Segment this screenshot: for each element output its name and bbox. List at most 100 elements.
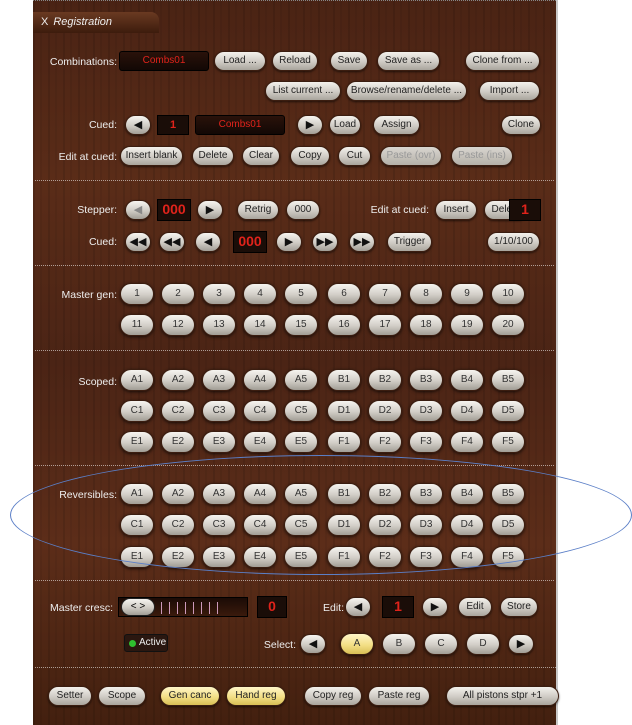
master-gen-piston-20[interactable]: 20: [491, 314, 525, 336]
scoped-piston-c2[interactable]: C2: [161, 400, 195, 422]
master-gen-piston-7[interactable]: 7: [368, 283, 402, 305]
scoped-piston-b2[interactable]: B2: [368, 369, 402, 391]
trigger-button[interactable]: Trigger: [387, 232, 432, 252]
paste-insert-button[interactable]: Paste (ins): [451, 146, 513, 166]
stepper-prev-icon[interactable]: ◀: [125, 200, 151, 220]
select-option-b[interactable]: B: [382, 633, 416, 655]
scoped-piston-d5[interactable]: D5: [491, 400, 525, 422]
stepper-zero-button[interactable]: 000: [286, 200, 320, 220]
master-gen-piston-10[interactable]: 10: [491, 283, 525, 305]
clear-button[interactable]: Clear: [242, 146, 280, 166]
scoped-piston-e5[interactable]: E5: [284, 431, 318, 453]
scoped-piston-a4[interactable]: A4: [243, 369, 277, 391]
scoped-piston-d2[interactable]: D2: [368, 400, 402, 422]
master-gen-piston-14[interactable]: 14: [243, 314, 277, 336]
scoped-piston-b1[interactable]: B1: [327, 369, 361, 391]
scoped-piston-a2[interactable]: A2: [161, 369, 195, 391]
master-gen-piston-8[interactable]: 8: [409, 283, 443, 305]
scoped-piston-a3[interactable]: A3: [202, 369, 236, 391]
back-icon[interactable]: ◀◀: [159, 232, 185, 252]
cresc-prev-icon[interactable]: ◀: [345, 597, 371, 617]
cut-button[interactable]: Cut: [338, 146, 371, 166]
select-next-icon[interactable]: ▶: [508, 634, 534, 654]
copy-button[interactable]: Copy: [290, 146, 330, 166]
scoped-piston-c4[interactable]: C4: [243, 400, 277, 422]
cresc-store-button[interactable]: Store: [500, 597, 538, 617]
master-gen-piston-11[interactable]: 11: [120, 314, 154, 336]
scoped-piston-c5[interactable]: C5: [284, 400, 318, 422]
copy-reg-button[interactable]: Copy reg: [304, 686, 362, 706]
cresc-next-icon[interactable]: ▶: [422, 597, 448, 617]
stepper-next-icon[interactable]: ▶: [197, 200, 223, 220]
list-current-button[interactable]: List current ...: [265, 81, 341, 101]
retrig-button[interactable]: Retrig: [237, 200, 279, 220]
slider-knob[interactable]: < >: [121, 598, 155, 616]
scoped-piston-f2[interactable]: F2: [368, 431, 402, 453]
cresc-edit-button[interactable]: Edit: [458, 597, 492, 617]
master-cresc-slider[interactable]: < >: [118, 597, 248, 617]
delete-button[interactable]: Delete: [192, 146, 234, 166]
master-gen-piston-5[interactable]: 5: [284, 283, 318, 305]
scoped-piston-a5[interactable]: A5: [284, 369, 318, 391]
cued-load-button[interactable]: Load: [329, 115, 361, 135]
next-icon[interactable]: ▶: [276, 232, 302, 252]
master-gen-piston-6[interactable]: 6: [327, 283, 361, 305]
scoped-piston-d4[interactable]: D4: [450, 400, 484, 422]
gen-canc-button[interactable]: Gen canc: [160, 686, 220, 706]
scoped-piston-f1[interactable]: F1: [327, 431, 361, 453]
scoped-piston-d3[interactable]: D3: [409, 400, 443, 422]
scoped-piston-f3[interactable]: F3: [409, 431, 443, 453]
scoped-piston-a1[interactable]: A1: [120, 369, 154, 391]
insert-blank-button[interactable]: Insert blank: [120, 146, 183, 166]
master-gen-piston-4[interactable]: 4: [243, 283, 277, 305]
scoped-piston-e3[interactable]: E3: [202, 431, 236, 453]
scoped-piston-c3[interactable]: C3: [202, 400, 236, 422]
save-as-button[interactable]: Save as ...: [377, 51, 440, 71]
select-option-d[interactable]: D: [466, 633, 500, 655]
prev-icon[interactable]: ◀: [195, 232, 221, 252]
import-button[interactable]: Import ...: [479, 81, 540, 101]
browse-rename-delete-button[interactable]: Browse/rename/delete ...: [346, 81, 467, 101]
clone-from-button[interactable]: Clone from ...: [465, 51, 540, 71]
stepper-insert-button[interactable]: Insert: [435, 200, 477, 220]
scope-button[interactable]: Scope: [98, 686, 146, 706]
close-icon[interactable]: X: [41, 16, 48, 28]
master-gen-piston-19[interactable]: 19: [450, 314, 484, 336]
scoped-piston-e4[interactable]: E4: [243, 431, 277, 453]
scoped-piston-e2[interactable]: E2: [161, 431, 195, 453]
scoped-piston-e1[interactable]: E1: [120, 431, 154, 453]
scoped-piston-b4[interactable]: B4: [450, 369, 484, 391]
master-gen-piston-13[interactable]: 13: [202, 314, 236, 336]
clone-button[interactable]: Clone: [501, 115, 541, 135]
step-size-button[interactable]: 1/10/100: [487, 232, 540, 252]
setter-button[interactable]: Setter: [48, 686, 92, 706]
active-indicator[interactable]: Active: [124, 634, 168, 652]
scoped-piston-d1[interactable]: D1: [327, 400, 361, 422]
fast-back-icon[interactable]: ◀◀: [125, 232, 151, 252]
cued-next-icon[interactable]: ▶: [297, 115, 323, 135]
paste-overwrite-button[interactable]: Paste (ovr): [380, 146, 442, 166]
master-gen-piston-3[interactable]: 3: [202, 283, 236, 305]
load-combination-button[interactable]: Load ...: [214, 51, 266, 71]
scoped-piston-f4[interactable]: F4: [450, 431, 484, 453]
forward-icon[interactable]: ▶▶: [312, 232, 338, 252]
scoped-piston-b3[interactable]: B3: [409, 369, 443, 391]
scoped-piston-f5[interactable]: F5: [491, 431, 525, 453]
master-gen-piston-12[interactable]: 12: [161, 314, 195, 336]
fast-forward-icon[interactable]: ▶▶: [349, 232, 375, 252]
master-gen-piston-2[interactable]: 2: [161, 283, 195, 305]
master-gen-piston-18[interactable]: 18: [409, 314, 443, 336]
save-button[interactable]: Save: [330, 51, 368, 71]
all-pistons-stepper-button[interactable]: All pistons stpr +1: [446, 686, 559, 706]
master-gen-piston-9[interactable]: 9: [450, 283, 484, 305]
reload-button[interactable]: Reload: [272, 51, 318, 71]
paste-reg-button[interactable]: Paste reg: [368, 686, 430, 706]
select-option-c[interactable]: C: [424, 633, 458, 655]
scoped-piston-b5[interactable]: B5: [491, 369, 525, 391]
cued-prev-icon[interactable]: ◀: [125, 115, 151, 135]
master-gen-piston-17[interactable]: 17: [368, 314, 402, 336]
master-gen-piston-15[interactable]: 15: [284, 314, 318, 336]
hand-reg-button[interactable]: Hand reg: [226, 686, 286, 706]
master-gen-piston-1[interactable]: 1: [120, 283, 154, 305]
select-option-a[interactable]: A: [340, 633, 374, 655]
